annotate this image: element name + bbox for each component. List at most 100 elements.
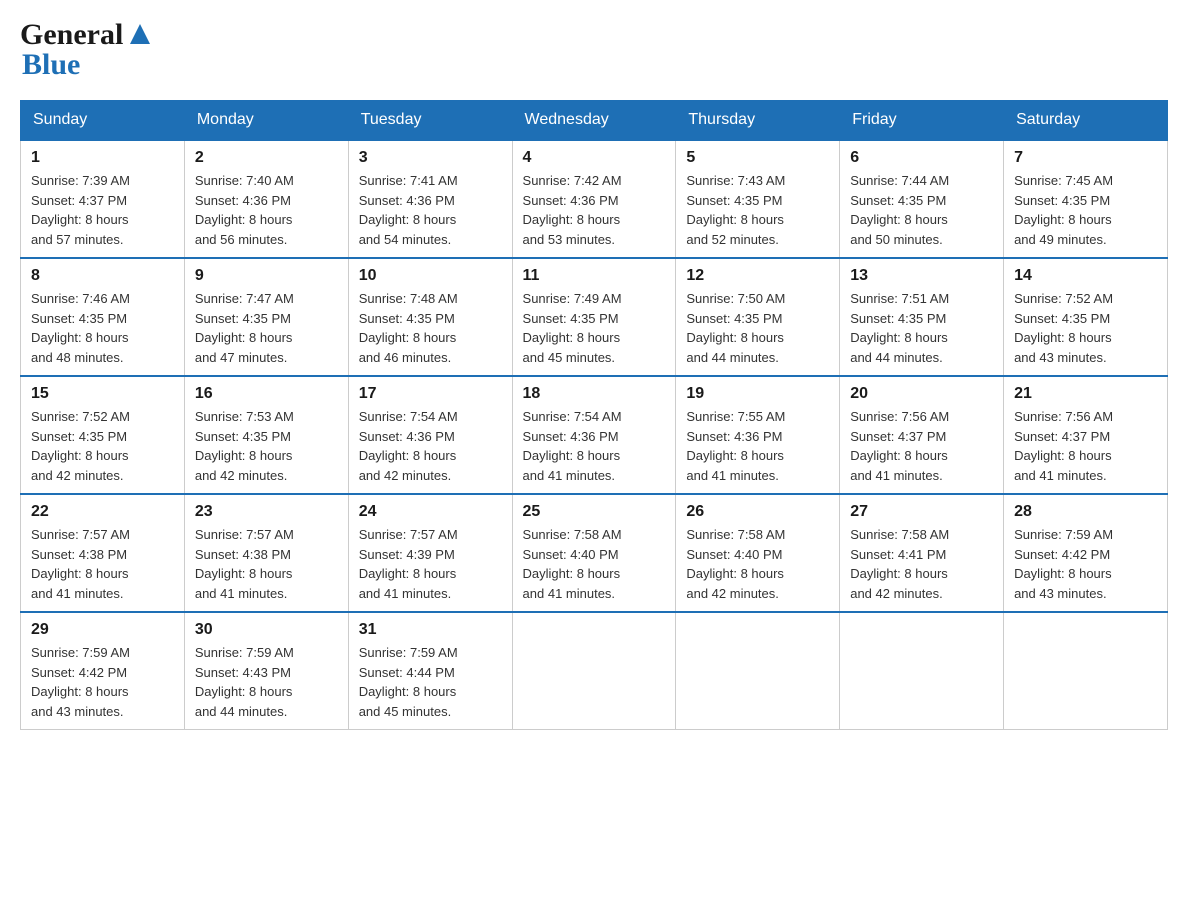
day-number: 20 [850,385,993,403]
day-info: Sunrise: 7:57 AMSunset: 4:38 PMDaylight:… [195,527,294,601]
day-number: 19 [686,385,829,403]
calendar-header-wednesday: Wednesday [512,101,676,141]
calendar-day-26: 26 Sunrise: 7:58 AMSunset: 4:40 PMDaylig… [676,494,840,612]
calendar-day-7: 7 Sunrise: 7:45 AMSunset: 4:35 PMDayligh… [1004,140,1168,258]
day-number: 17 [359,385,502,403]
day-info: Sunrise: 7:39 AMSunset: 4:37 PMDaylight:… [31,173,130,247]
calendar-day-6: 6 Sunrise: 7:44 AMSunset: 4:35 PMDayligh… [840,140,1004,258]
calendar-day-3: 3 Sunrise: 7:41 AMSunset: 4:36 PMDayligh… [348,140,512,258]
calendar-day-29: 29 Sunrise: 7:59 AMSunset: 4:42 PMDaylig… [21,612,185,730]
calendar-day-11: 11 Sunrise: 7:49 AMSunset: 4:35 PMDaylig… [512,258,676,376]
logo-general-text: General [20,20,123,50]
calendar-day-25: 25 Sunrise: 7:58 AMSunset: 4:40 PMDaylig… [512,494,676,612]
day-info: Sunrise: 7:46 AMSunset: 4:35 PMDaylight:… [31,291,130,365]
calendar-day-22: 22 Sunrise: 7:57 AMSunset: 4:38 PMDaylig… [21,494,185,612]
calendar-day-2: 2 Sunrise: 7:40 AMSunset: 4:36 PMDayligh… [184,140,348,258]
calendar-week-row: 1 Sunrise: 7:39 AMSunset: 4:37 PMDayligh… [21,140,1168,258]
calendar-day-8: 8 Sunrise: 7:46 AMSunset: 4:35 PMDayligh… [21,258,185,376]
calendar-header-thursday: Thursday [676,101,840,141]
day-number: 26 [686,503,829,521]
calendar-day-19: 19 Sunrise: 7:55 AMSunset: 4:36 PMDaylig… [676,376,840,494]
day-info: Sunrise: 7:58 AMSunset: 4:41 PMDaylight:… [850,527,949,601]
day-info: Sunrise: 7:56 AMSunset: 4:37 PMDaylight:… [1014,409,1113,483]
calendar-day-10: 10 Sunrise: 7:48 AMSunset: 4:35 PMDaylig… [348,258,512,376]
calendar-header-tuesday: Tuesday [348,101,512,141]
day-info: Sunrise: 7:52 AMSunset: 4:35 PMDaylight:… [31,409,130,483]
day-number: 4 [523,149,666,167]
day-number: 5 [686,149,829,167]
day-info: Sunrise: 7:59 AMSunset: 4:43 PMDaylight:… [195,645,294,719]
day-info: Sunrise: 7:41 AMSunset: 4:36 PMDaylight:… [359,173,458,247]
calendar-day-18: 18 Sunrise: 7:54 AMSunset: 4:36 PMDaylig… [512,376,676,494]
day-info: Sunrise: 7:53 AMSunset: 4:35 PMDaylight:… [195,409,294,483]
day-info: Sunrise: 7:40 AMSunset: 4:36 PMDaylight:… [195,173,294,247]
page-header: General Blue [20,20,1168,80]
calendar-day-20: 20 Sunrise: 7:56 AMSunset: 4:37 PMDaylig… [840,376,1004,494]
day-number: 10 [359,267,502,285]
day-number: 15 [31,385,174,403]
day-info: Sunrise: 7:56 AMSunset: 4:37 PMDaylight:… [850,409,949,483]
calendar-week-row: 15 Sunrise: 7:52 AMSunset: 4:35 PMDaylig… [21,376,1168,494]
day-info: Sunrise: 7:59 AMSunset: 4:44 PMDaylight:… [359,645,458,719]
logo-blue-text: Blue [22,50,154,80]
day-number: 16 [195,385,338,403]
day-info: Sunrise: 7:44 AMSunset: 4:35 PMDaylight:… [850,173,949,247]
day-number: 28 [1014,503,1157,521]
calendar-empty-cell [1004,612,1168,730]
day-number: 21 [1014,385,1157,403]
calendar-day-4: 4 Sunrise: 7:42 AMSunset: 4:36 PMDayligh… [512,140,676,258]
day-info: Sunrise: 7:55 AMSunset: 4:36 PMDaylight:… [686,409,785,483]
day-number: 31 [359,621,502,639]
day-info: Sunrise: 7:54 AMSunset: 4:36 PMDaylight:… [523,409,622,483]
day-number: 2 [195,149,338,167]
calendar-day-13: 13 Sunrise: 7:51 AMSunset: 4:35 PMDaylig… [840,258,1004,376]
calendar-header-row: SundayMondayTuesdayWednesdayThursdayFrid… [21,101,1168,141]
day-number: 1 [31,149,174,167]
day-info: Sunrise: 7:59 AMSunset: 4:42 PMDaylight:… [1014,527,1113,601]
logo: General Blue [20,20,154,80]
calendar-day-14: 14 Sunrise: 7:52 AMSunset: 4:35 PMDaylig… [1004,258,1168,376]
calendar-header-monday: Monday [184,101,348,141]
logo-arrow-icon [126,20,154,48]
day-number: 22 [31,503,174,521]
day-number: 25 [523,503,666,521]
calendar-header-saturday: Saturday [1004,101,1168,141]
day-number: 13 [850,267,993,285]
calendar-day-23: 23 Sunrise: 7:57 AMSunset: 4:38 PMDaylig… [184,494,348,612]
calendar-day-27: 27 Sunrise: 7:58 AMSunset: 4:41 PMDaylig… [840,494,1004,612]
day-number: 23 [195,503,338,521]
calendar-day-12: 12 Sunrise: 7:50 AMSunset: 4:35 PMDaylig… [676,258,840,376]
day-info: Sunrise: 7:57 AMSunset: 4:39 PMDaylight:… [359,527,458,601]
day-info: Sunrise: 7:47 AMSunset: 4:35 PMDaylight:… [195,291,294,365]
day-number: 27 [850,503,993,521]
calendar-header-friday: Friday [840,101,1004,141]
day-number: 18 [523,385,666,403]
day-number: 6 [850,149,993,167]
calendar-day-15: 15 Sunrise: 7:52 AMSunset: 4:35 PMDaylig… [21,376,185,494]
calendar-empty-cell [840,612,1004,730]
day-number: 30 [195,621,338,639]
day-number: 3 [359,149,502,167]
calendar-day-9: 9 Sunrise: 7:47 AMSunset: 4:35 PMDayligh… [184,258,348,376]
day-number: 14 [1014,267,1157,285]
day-number: 11 [523,267,666,285]
day-number: 29 [31,621,174,639]
calendar-table: SundayMondayTuesdayWednesdayThursdayFrid… [20,100,1168,730]
calendar-day-17: 17 Sunrise: 7:54 AMSunset: 4:36 PMDaylig… [348,376,512,494]
day-number: 12 [686,267,829,285]
calendar-day-31: 31 Sunrise: 7:59 AMSunset: 4:44 PMDaylig… [348,612,512,730]
calendar-header-sunday: Sunday [21,101,185,141]
calendar-day-28: 28 Sunrise: 7:59 AMSunset: 4:42 PMDaylig… [1004,494,1168,612]
day-number: 7 [1014,149,1157,167]
calendar-day-24: 24 Sunrise: 7:57 AMSunset: 4:39 PMDaylig… [348,494,512,612]
day-info: Sunrise: 7:58 AMSunset: 4:40 PMDaylight:… [523,527,622,601]
calendar-week-row: 22 Sunrise: 7:57 AMSunset: 4:38 PMDaylig… [21,494,1168,612]
day-info: Sunrise: 7:54 AMSunset: 4:36 PMDaylight:… [359,409,458,483]
day-info: Sunrise: 7:50 AMSunset: 4:35 PMDaylight:… [686,291,785,365]
day-number: 8 [31,267,174,285]
day-info: Sunrise: 7:52 AMSunset: 4:35 PMDaylight:… [1014,291,1113,365]
day-info: Sunrise: 7:58 AMSunset: 4:40 PMDaylight:… [686,527,785,601]
day-number: 9 [195,267,338,285]
calendar-empty-cell [512,612,676,730]
day-number: 24 [359,503,502,521]
